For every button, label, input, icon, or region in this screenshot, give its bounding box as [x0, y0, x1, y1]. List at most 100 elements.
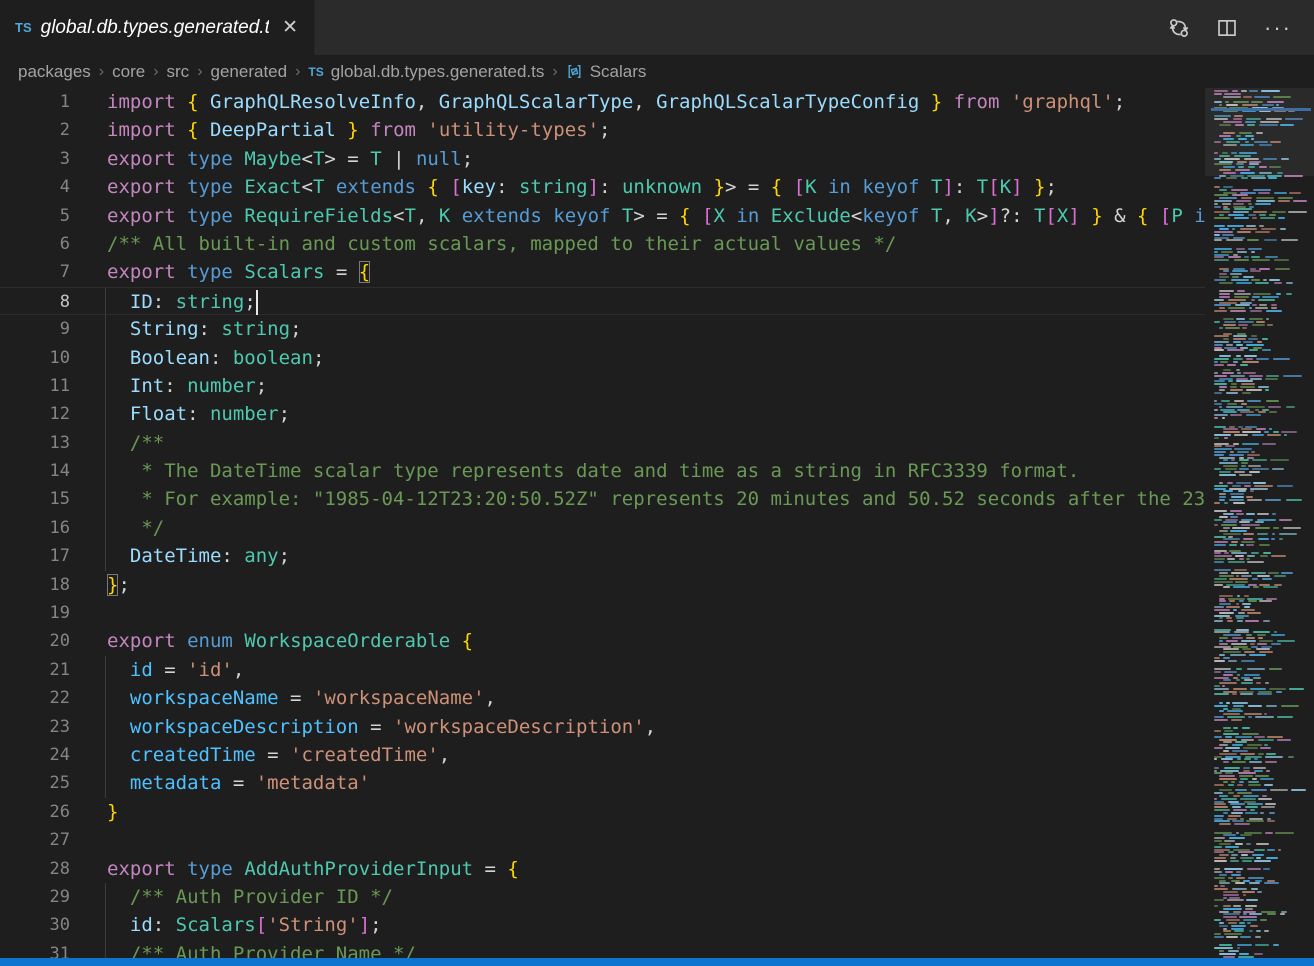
line-number[interactable]: 20 [0, 627, 70, 655]
line-number[interactable]: 23 [0, 713, 70, 741]
minimap-line [1214, 693, 1310, 695]
code-line-17[interactable]: 17 DateTime: any; [0, 542, 1205, 570]
minimap-line [1214, 161, 1310, 163]
line-number[interactable]: 27 [0, 826, 70, 854]
minimap-line [1214, 502, 1310, 504]
code-line-19[interactable]: 19 [0, 599, 1205, 627]
line-number[interactable]: 6 [0, 230, 70, 258]
line-number[interactable]: 25 [0, 769, 70, 797]
line-number[interactable]: 31 [0, 940, 70, 958]
code-area[interactable]: 1import { GraphQLResolveInfo, GraphQLSca… [0, 88, 1205, 958]
code-line-15[interactable]: 15 * For example: "1985-04-12T23:20:50.5… [0, 485, 1205, 513]
indent-guide [105, 429, 106, 457]
minimap-line [1214, 933, 1310, 935]
indent-guide [105, 656, 106, 684]
code-line-13[interactable]: 13 /** [0, 429, 1205, 457]
minimap-line [1214, 437, 1310, 439]
code-line-3[interactable]: 3export type Maybe<T> = T | null; [0, 145, 1205, 173]
minimap-line [1214, 758, 1310, 760]
minimap-line [1214, 688, 1310, 690]
code-line-25[interactable]: 25 metadata = 'metadata' [0, 769, 1205, 797]
minimap-line [1214, 877, 1310, 879]
minimap-line [1214, 851, 1310, 853]
line-number[interactable]: 9 [0, 315, 70, 343]
line-number[interactable]: 5 [0, 202, 70, 230]
line-number[interactable]: 17 [0, 542, 70, 570]
line-number[interactable]: 4 [0, 173, 70, 201]
code-line-8[interactable]: 8 ID: string; [0, 287, 1205, 315]
indent-guide [105, 769, 106, 797]
split-editor-icon[interactable] [1216, 17, 1238, 39]
code-line-9[interactable]: 9 String: string; [0, 315, 1205, 343]
code-line-20[interactable]: 20export enum WorkspaceOrderable { [0, 627, 1205, 655]
code-line-30[interactable]: 30 id: Scalars['String']; [0, 911, 1205, 939]
line-number[interactable]: 21 [0, 656, 70, 684]
tab-global-db-types-generated-ts[interactable]: TS global.db.types.generated.ts ✕ [0, 0, 315, 55]
code-line-24[interactable]: 24 createdTime = 'createdTime', [0, 741, 1205, 769]
open-changes-icon[interactable] [1168, 17, 1190, 39]
line-number[interactable]: 10 [0, 344, 70, 372]
code-line-5[interactable]: 5export type RequireFields<T, K extends … [0, 202, 1205, 230]
minimap-line [1214, 654, 1310, 656]
line-number[interactable]: 7 [0, 258, 70, 286]
code-line-10[interactable]: 10 Boolean: boolean; [0, 344, 1205, 372]
code-line-21[interactable]: 21 id = 'id', [0, 656, 1205, 684]
minimap-line [1214, 344, 1310, 346]
code-line-11[interactable]: 11 Int: number; [0, 372, 1205, 400]
line-number[interactable]: 16 [0, 514, 70, 542]
line-number[interactable]: 19 [0, 599, 70, 627]
breadcrumb-item-packages[interactable]: packages [18, 62, 91, 82]
minimap[interactable] [1205, 88, 1314, 958]
line-number[interactable]: 24 [0, 741, 70, 769]
line-number[interactable]: 28 [0, 855, 70, 883]
line-number[interactable]: 26 [0, 798, 70, 826]
code-line-2[interactable]: 2 import { DeepPartial } from 'utility-ty… [0, 116, 1205, 144]
more-actions-icon[interactable]: ··· [1264, 17, 1292, 39]
line-number[interactable]: 11 [0, 372, 70, 400]
minimap-line [1214, 727, 1310, 729]
code-line-23[interactable]: 23 workspaceDescription = 'workspaceDesc… [0, 713, 1205, 741]
line-number[interactable]: 22 [0, 684, 70, 712]
code-line-6[interactable]: 6/** All built-in and custom scalars, ma… [0, 230, 1205, 258]
minimap-line [1214, 141, 1310, 143]
code-line-29[interactable]: 29 /** Auth Provider ID */ [0, 883, 1205, 911]
minimap-line [1214, 335, 1310, 337]
code-line-16[interactable]: 16 */ [0, 514, 1205, 542]
line-number[interactable]: 14 [0, 457, 70, 485]
line-number[interactable]: 2 [0, 116, 70, 144]
code-line-18[interactable]: 18}; [0, 571, 1205, 599]
breadcrumb-item-generated[interactable]: generated [211, 62, 288, 82]
minimap-line [1214, 631, 1310, 633]
code-line-31[interactable]: 31 /** Auth Provider Name */ [0, 940, 1205, 958]
line-number[interactable]: 29 [0, 883, 70, 911]
code-line-12[interactable]: 12 Float: number; [0, 400, 1205, 428]
code-text: workspaceName = 'workspaceName', [107, 684, 496, 712]
line-number[interactable]: 18 [0, 571, 70, 599]
code-line-22[interactable]: 22 workspaceName = 'workspaceName', [0, 684, 1205, 712]
code-line-28[interactable]: 28export type AddAuthProviderInput = { [0, 855, 1205, 883]
line-number[interactable]: 13 [0, 429, 70, 457]
line-number[interactable]: 1 [0, 88, 70, 116]
code-line-7[interactable]: 7export type Scalars = { [0, 258, 1205, 286]
code-line-4[interactable]: 4export type Exact<T extends { [key: str… [0, 173, 1205, 201]
minimap-line [1214, 251, 1310, 253]
code-line-27[interactable]: 27 [0, 826, 1205, 854]
tab-title: global.db.types.generated.ts [41, 17, 269, 39]
code-line-14[interactable]: 14 * The DateTime scalar type represents… [0, 457, 1205, 485]
line-number[interactable]: 30 [0, 911, 70, 939]
line-number[interactable]: 3 [0, 145, 70, 173]
breadcrumb-item-src[interactable]: src [167, 62, 190, 82]
line-number[interactable]: 15 [0, 485, 70, 513]
code-line-1[interactable]: 1import { GraphQLResolveInfo, GraphQLSca… [0, 88, 1205, 116]
code-line-26[interactable]: 26} [0, 798, 1205, 826]
line-number[interactable]: 12 [0, 400, 70, 428]
minimap-line [1214, 282, 1310, 284]
close-icon[interactable]: ✕ [278, 16, 302, 39]
line-number[interactable]: 8 [0, 288, 70, 314]
breadcrumb-item-scalars[interactable]: Scalars [566, 62, 647, 82]
breadcrumb-item-core[interactable]: core [112, 62, 145, 82]
breadcrumb-item-global-db-types-generated-ts[interactable]: TSglobal.db.types.generated.ts [308, 62, 544, 82]
editor-tab-bar: TS global.db.types.generated.ts ✕ [0, 0, 1314, 55]
code-text: import { DeepPartial } from 'utility-typ… [107, 116, 610, 144]
minimap-line [1214, 406, 1310, 408]
